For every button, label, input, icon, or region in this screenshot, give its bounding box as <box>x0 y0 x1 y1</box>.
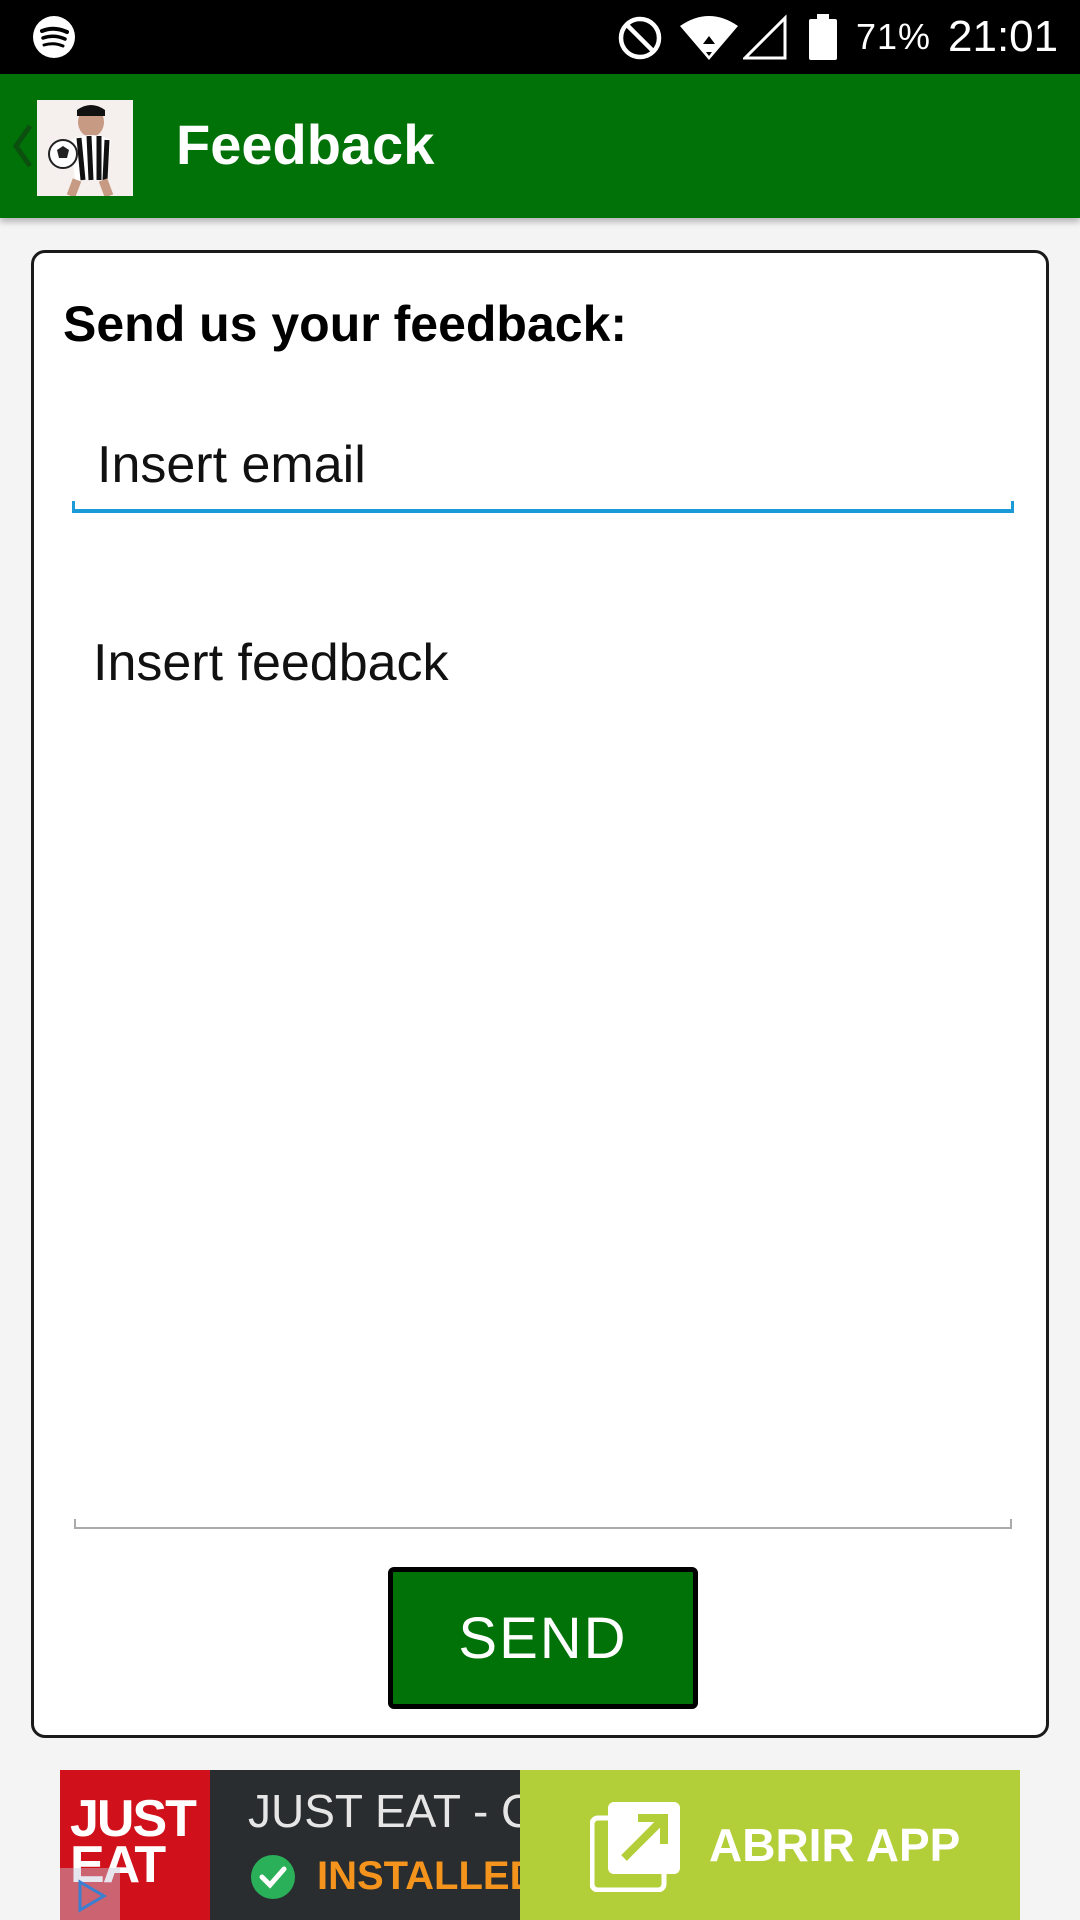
app-logo[interactable] <box>37 100 133 196</box>
ad-banner[interactable]: JUST EAT JUST EAT - C INSTALLED ABRIR APP <box>60 1770 1020 1920</box>
clock: 21:01 <box>948 12 1059 61</box>
check-circle-icon <box>251 1855 295 1899</box>
feedback-underline <box>74 1519 1012 1529</box>
back-chevron-icon[interactable] <box>10 116 34 176</box>
feedback-placeholder: Insert feedback <box>93 634 449 692</box>
email-placeholder: Insert email <box>97 436 366 494</box>
status-bar: 71% 21:01 <box>0 0 1080 74</box>
open-app-button[interactable]: ABRIR APP <box>520 1770 1020 1920</box>
ad-choices-icon[interactable] <box>60 1868 120 1920</box>
app-bar: Feedback <box>0 74 1080 218</box>
feedback-field[interactable]: Insert feedback <box>74 613 1012 1529</box>
feedback-card: Send us your feedback: Insert email Inse… <box>31 250 1049 1738</box>
open-app-label: ABRIR APP <box>709 1819 961 1871</box>
do-not-disturb-icon <box>618 16 662 60</box>
spotify-icon <box>33 16 75 58</box>
page-title: Feedback <box>176 113 435 176</box>
ad-title: JUST EAT - C <box>248 1785 520 1837</box>
cell-signal-icon <box>743 14 787 60</box>
send-button[interactable]: SEND <box>388 1567 698 1709</box>
battery-icon <box>809 14 837 60</box>
form-heading: Send us your feedback: <box>63 296 628 352</box>
wifi-icon <box>680 16 738 60</box>
battery-percent: 71% <box>856 16 932 57</box>
email-field[interactable]: Insert email <box>72 413 1014 513</box>
email-underline <box>72 501 1014 513</box>
open-external-icon <box>590 1802 680 1892</box>
